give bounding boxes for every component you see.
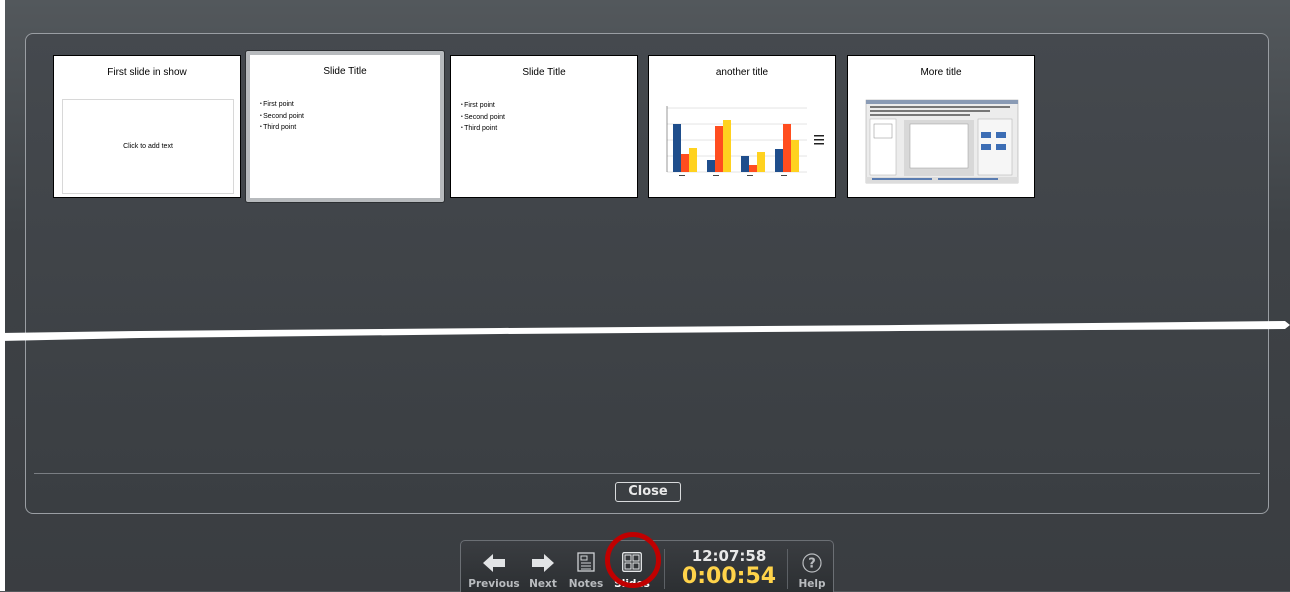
presenter-toolbar: Previous Next Notes Slides 12:07:58 0:00…	[460, 540, 834, 592]
slide-title: Slide Title	[323, 66, 367, 77]
notes-button[interactable]: Notes	[567, 541, 605, 592]
bullet-item: First point	[461, 100, 505, 112]
slide-thumbnail-1[interactable]: First slide in show Click to add text	[53, 55, 241, 198]
slide-thumbnail-2[interactable]: Slide Title First point Second point Thi…	[246, 51, 444, 202]
white-stroke-annotation	[0, 321, 1290, 341]
slides-grid-icon	[622, 552, 642, 572]
bullet-item: Second point	[260, 111, 304, 123]
previous-label: Previous	[468, 578, 520, 590]
bullet-item: Third point	[260, 122, 304, 134]
help-button[interactable]: ? Help	[795, 541, 829, 592]
slide-placeholder: Click to add text	[62, 99, 234, 194]
previous-button[interactable]: Previous	[467, 541, 521, 592]
slides-button[interactable]: Slides	[611, 541, 653, 592]
slide-bullets: First point Second point Third point	[461, 100, 505, 135]
arrow-right-icon	[532, 554, 554, 572]
left-edge	[0, 0, 5, 591]
slide-overview-panel: First slide in show Click to add text Sl…	[25, 33, 1269, 514]
slide-bullets: First point Second point Third point	[260, 99, 304, 134]
panel-divider	[34, 473, 1260, 474]
next-label: Next	[529, 578, 557, 590]
arrow-left-icon	[483, 554, 505, 572]
slides-label: Slides	[614, 578, 650, 590]
help-icon: ?	[802, 553, 822, 573]
bullet-item: First point	[260, 99, 304, 111]
screenshot-thumbnail	[865, 99, 1019, 184]
toolbar-separator	[664, 549, 665, 589]
slide-title: Slide Title	[522, 67, 566, 78]
slide-thumbnail-3[interactable]: Slide Title First point Second point Thi…	[450, 55, 638, 198]
help-label: Help	[798, 578, 826, 590]
notes-label: Notes	[568, 578, 604, 590]
bullet-item: Second point	[461, 112, 505, 124]
slide-thumbnail-5[interactable]: More title	[847, 55, 1035, 198]
slide-thumbnail-4[interactable]: another title	[648, 55, 836, 198]
next-button[interactable]: Next	[525, 541, 561, 592]
close-button[interactable]: Close	[615, 482, 681, 502]
svg-text:?: ?	[808, 557, 816, 572]
bullet-item: Third point	[461, 123, 505, 135]
notes-icon	[577, 552, 595, 572]
elapsed-timer[interactable]: 0:00:54	[671, 564, 787, 589]
toolbar-separator	[787, 549, 788, 589]
slide-title: First slide in show	[107, 67, 187, 78]
chart-thumbnail	[666, 106, 824, 176]
clock-display: 12:07:58	[691, 547, 767, 565]
